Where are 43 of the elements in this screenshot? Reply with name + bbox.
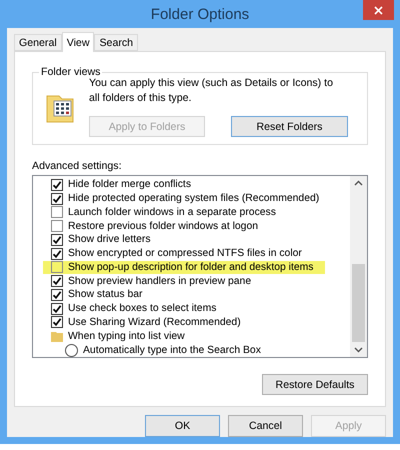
setting-label: Show drive letters xyxy=(68,234,151,246)
tab[interactable]: View xyxy=(62,32,94,52)
checkbox[interactable] xyxy=(51,206,63,218)
setting-label: Show preview handlers in preview pane xyxy=(68,276,252,287)
scroll-thumb[interactable] xyxy=(352,264,365,342)
checkbox[interactable] xyxy=(51,261,63,274)
setting-group-label: When typing into list view xyxy=(68,330,185,342)
checkbox[interactable] xyxy=(51,288,63,301)
setting-label: Show pop-up description for folder and desktop items xyxy=(68,262,314,273)
setting-label: Show status bar xyxy=(68,289,143,300)
checkbox[interactable] xyxy=(51,275,63,288)
scroll-down-icon[interactable] xyxy=(354,347,363,353)
close-icon xyxy=(374,6,383,14)
folder-icon xyxy=(51,330,63,342)
radio-button[interactable] xyxy=(65,344,78,357)
tab[interactable]: Search xyxy=(94,34,138,51)
checkbox[interactable] xyxy=(51,178,63,191)
tab[interactable]: General xyxy=(14,34,62,51)
setting-label: Show encrypted or compressed NTFS files in color xyxy=(68,248,302,260)
checkbox[interactable] xyxy=(51,234,63,246)
setting-label: Hide folder merge conflicts xyxy=(68,179,192,190)
close-button[interactable] xyxy=(363,0,394,20)
setting-label: Restore previous folder windows at logon xyxy=(68,220,258,232)
advanced-settings-label: Advanced settings: xyxy=(32,160,123,172)
setting-label: Use Sharing Wizard (Recommended) xyxy=(68,316,241,328)
setting-label: Use check boxes to select items xyxy=(68,303,216,314)
checkbox[interactable] xyxy=(51,220,63,232)
checkbox[interactable] xyxy=(51,192,63,205)
checkbox[interactable] xyxy=(51,248,63,260)
restore-defaults-button[interactable]: Restore Defaults xyxy=(262,374,368,395)
window-title: Folder Options xyxy=(150,6,250,22)
setting-label: Automatically type into the Search Box xyxy=(83,345,261,356)
scroll-up-icon[interactable] xyxy=(354,180,363,186)
setting-label: Hide protected operating system files (Recommended) xyxy=(68,193,320,204)
checkbox[interactable] xyxy=(51,302,63,315)
folder-button[interactable]: Reset Folders xyxy=(231,116,348,137)
checkbox[interactable] xyxy=(51,316,63,328)
group-title: Folder views xyxy=(40,66,102,78)
dialog-button[interactable]: OK xyxy=(145,415,220,437)
scrollbar[interactable] xyxy=(350,176,367,357)
setting-label: Launch folder windows in a separate process xyxy=(68,206,276,218)
dialog-button[interactable]: Cancel xyxy=(228,415,303,437)
group-description: You can apply this view (such as Details or Icons) to all folders of this type. xyxy=(89,76,334,106)
